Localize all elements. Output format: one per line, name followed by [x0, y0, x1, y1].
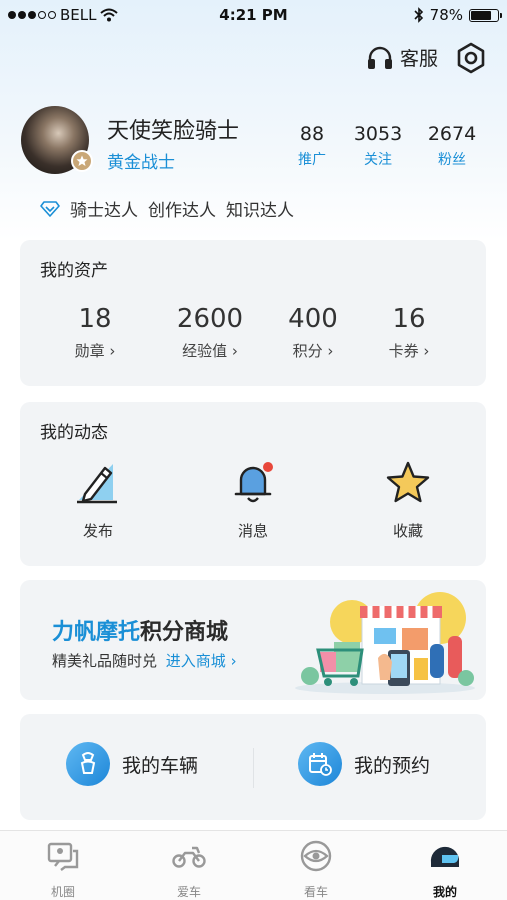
stat-label: 关注: [364, 152, 392, 168]
chevron-right-icon: ›: [230, 652, 237, 670]
my-appointments-label: 我的预约: [354, 754, 431, 777]
asset-value: 18: [78, 304, 112, 334]
calendar-icon: [298, 742, 342, 786]
stat-following[interactable]: 3053 关注: [350, 123, 406, 169]
asset-medals[interactable]: 18 勋章 ›: [40, 304, 150, 361]
shop-illustration-icon: [295, 592, 475, 694]
star-icon: [386, 461, 430, 503]
mall-title: 力帆摩托积分商城: [52, 614, 228, 646]
asset-label: 经验值: [182, 342, 228, 360]
customer-service-button[interactable]: 客服: [366, 44, 438, 71]
vehicle-icon: [66, 742, 110, 786]
garage-divider: [253, 748, 254, 788]
customer-service-label: 客服: [400, 48, 439, 70]
battery-percent: 78%: [429, 6, 463, 24]
status-bar: BELL 4:21 PM 78%: [0, 0, 507, 30]
assets-title: 我的资产: [40, 261, 108, 281]
post-button[interactable]: 发布: [58, 460, 138, 541]
battery-fill: [471, 10, 492, 20]
badge-tags[interactable]: 骑士达人 创作达人 知识达人: [40, 196, 294, 221]
bluetooth-icon: [414, 7, 423, 23]
tab-bar: 机圈 爱车 看车 我的: [0, 830, 507, 900]
battery-icon: [469, 8, 502, 22]
chevron-right-icon: ›: [423, 342, 430, 360]
mall-tagline: 精美礼品随时兑: [52, 652, 158, 670]
stat-promote[interactable]: 88 推广: [290, 123, 334, 169]
my-vehicles-label: 我的车辆: [122, 754, 199, 777]
status-right: 78%: [414, 6, 502, 24]
tab-label: 机圈: [50, 885, 75, 899]
enter-mall-label: 进入商城: [165, 652, 226, 670]
post-label: 发布: [82, 522, 113, 540]
tab-browse[interactable]: 看车: [271, 839, 361, 900]
asset-experience[interactable]: 2600 经验值 ›: [155, 304, 265, 361]
rank-badge-icon: [71, 150, 93, 172]
eye-icon: [300, 840, 332, 872]
favorites-label: 收藏: [392, 522, 423, 540]
chat-icon: [47, 842, 79, 871]
user-name[interactable]: 天使笑脸骑士: [107, 113, 239, 145]
asset-value: 2600: [176, 304, 244, 334]
asset-value: 16: [392, 304, 426, 334]
motorcycle-icon: [172, 846, 206, 868]
messages-label: 消息: [237, 522, 268, 540]
chevron-right-icon: ›: [231, 342, 238, 360]
mall-subtitle: 精美礼品随时兑 进入商城 ›: [52, 650, 237, 671]
points-mall-card[interactable]: 力帆摩托积分商城 精美礼品随时兑 进入商城 ›: [20, 580, 486, 700]
diamond-icon: [40, 200, 60, 217]
mall-name: 积分商城: [140, 620, 229, 645]
messages-button[interactable]: 消息: [213, 460, 293, 541]
tag-label: 骑士达人: [70, 201, 138, 221]
asset-coupons[interactable]: 16 卡券 ›: [354, 304, 464, 361]
asset-label: 勋章: [74, 342, 105, 360]
tag-label: 知识达人: [226, 201, 294, 221]
user-rank: 黄金战士: [107, 153, 175, 173]
mall-brand: 力帆摩托: [52, 620, 141, 645]
tab-label: 看车: [303, 885, 328, 899]
tab-me[interactable]: 我的: [400, 839, 490, 900]
asset-value: 400: [288, 304, 338, 334]
tag-label: 创作达人: [148, 201, 216, 221]
my-appointments-button[interactable]: 我的预约: [298, 742, 430, 786]
asset-points[interactable]: 400 积分 ›: [258, 304, 368, 361]
bell-icon: [234, 462, 273, 503]
favorites-button[interactable]: 收藏: [368, 460, 448, 541]
tab-my-bike[interactable]: 爱车: [144, 839, 234, 900]
tab-label: 我的: [432, 885, 457, 899]
stat-value: 88: [299, 123, 325, 145]
activity-title: 我的动态: [40, 423, 108, 443]
tab-community[interactable]: 机圈: [18, 839, 108, 900]
avatar[interactable]: [21, 106, 93, 174]
gear-icon[interactable]: [455, 42, 487, 74]
stat-label: 粉丝: [438, 152, 466, 168]
asset-label: 积分: [292, 342, 323, 360]
activity-card: 我的动态 发布 消息 收藏: [20, 402, 486, 566]
my-vehicles-button[interactable]: 我的车辆: [66, 742, 198, 786]
stat-label: 推广: [298, 152, 326, 168]
stat-value: 3053: [353, 123, 403, 145]
asset-label: 卡券: [388, 342, 419, 360]
headset-icon: [368, 46, 392, 69]
chevron-right-icon: ›: [327, 342, 334, 360]
stat-value: 2674: [427, 123, 477, 145]
assets-card: 我的资产 18 勋章 › 2600 经验值 › 400 积分 › 16 卡券 ›: [20, 240, 486, 386]
garage-card: 我的车辆 我的预约: [20, 714, 486, 820]
stat-fans[interactable]: 2674 粉丝: [424, 123, 480, 169]
helmet-icon: [430, 846, 459, 867]
enter-mall-link[interactable]: 进入商城 ›: [166, 652, 237, 670]
chevron-right-icon: ›: [109, 342, 116, 360]
tab-label: 爱车: [176, 885, 201, 899]
pencil-icon: [77, 464, 117, 504]
